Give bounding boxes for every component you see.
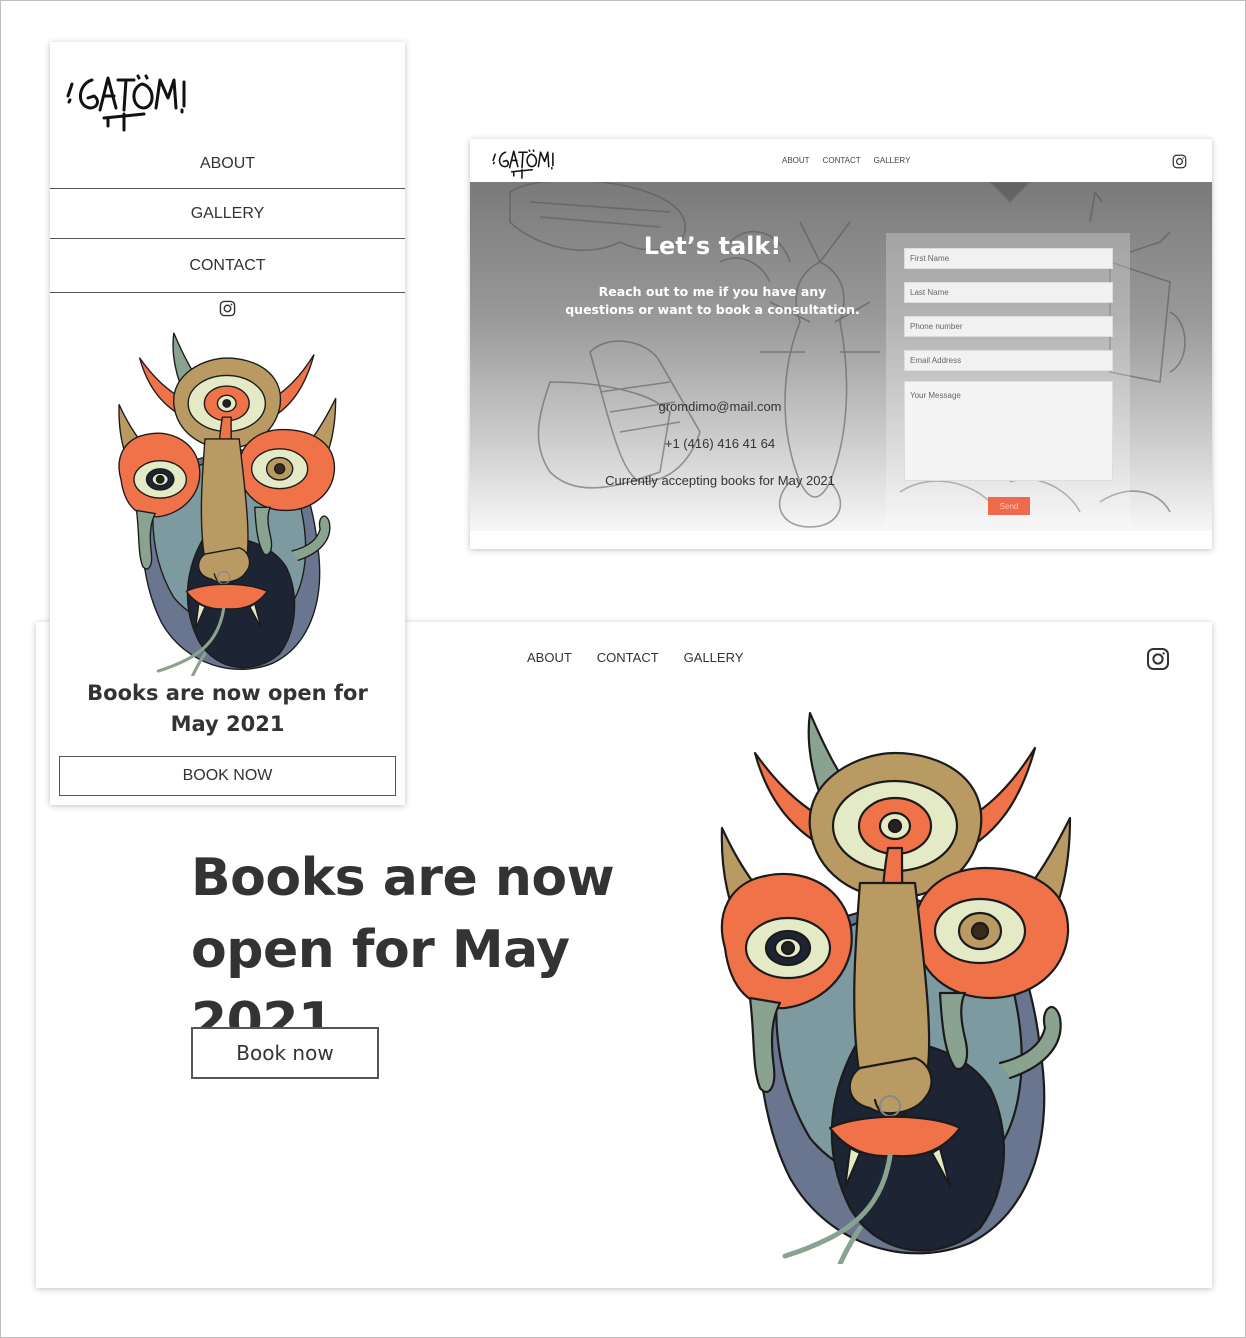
contact-subtitle: Reach out to me if you have any question… [565,284,860,317]
hero-headline: Books are now open for May 2021 [191,848,615,1052]
first-name-field[interactable]: First Name [904,248,1113,269]
demon-mask-illustration [118,332,337,676]
nav-about[interactable]: ABOUT [782,156,810,165]
contact-title: Let’s talk! [643,232,782,260]
nav-gallery[interactable]: GALLERY [874,156,911,165]
instagram-icon[interactable] [1146,647,1170,671]
contact-header: ABOUT CONTACT GALLERY [470,139,1212,182]
message-field[interactable]: Your Message [904,381,1113,481]
desktop-nav: ABOUT CONTACT GALLERY [527,650,743,665]
contact-phone[interactable]: +1 (416) 416 41 64 [590,436,850,451]
mobile-menu-contact[interactable]: CONTACT [50,239,405,293]
nav-gallery[interactable]: GALLERY [684,650,744,665]
instagram-icon[interactable] [1172,154,1187,169]
email-field[interactable]: Email Address [904,350,1113,371]
mobile-menu-gallery[interactable]: GALLERY [50,189,405,239]
demon-mask-illustration [720,711,1072,1264]
phone-field[interactable]: Phone number [904,316,1113,337]
graffiti-logo[interactable] [488,145,558,179]
contact-nav: ABOUT CONTACT GALLERY [782,156,910,165]
nav-contact[interactable]: CONTACT [597,650,659,665]
nav-about[interactable]: ABOUT [527,650,572,665]
mobile-headline: Books are now open for May 2021 [87,681,368,736]
instagram-icon[interactable] [219,300,236,317]
booking-status: Currently accepting books for May 2021 [605,473,835,488]
graffiti-logo[interactable] [64,66,188,132]
contact-email[interactable]: gromdimo@mail.com [590,399,850,414]
mobile-book-now-button[interactable]: BOOK NOW [59,756,396,796]
last-name-field[interactable]: Last Name [904,282,1113,303]
send-button[interactable]: Send [988,497,1030,515]
contact-hero: Let’s talk! Reach out to me if you have … [470,182,1212,531]
contact-page-mockup: ABOUT CONTACT GALLERY Let’s talk! Reach … [470,139,1212,549]
contact-form: First Name Last Name Phone number Email … [886,233,1130,525]
mobile-menu-about[interactable]: ABOUT [50,139,405,189]
mobile-mockup: ABOUT GALLERY CONTACT Books are now open… [50,42,405,805]
book-now-button[interactable]: Book now [191,1027,379,1079]
nav-contact[interactable]: CONTACT [823,156,861,165]
